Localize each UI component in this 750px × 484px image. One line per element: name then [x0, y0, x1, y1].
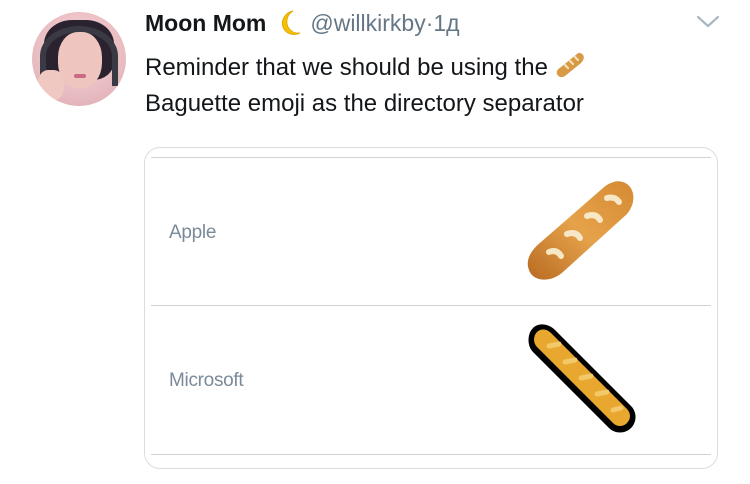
tweet-text: Reminder that we should be using the Bag… [145, 50, 725, 122]
avatar-face [58, 32, 102, 88]
timestamp[interactable]: 1д [433, 10, 459, 37]
card-divider-middle [151, 305, 711, 306]
tweet-header: Moon Mom @willkirkby · 1д [145, 8, 460, 38]
tweet-text-part2: Baguette emoji as the directory separato… [145, 90, 584, 117]
author-handle[interactable]: @willkirkby [310, 10, 425, 37]
baguette-icon [556, 52, 584, 78]
avatar-mouth [74, 74, 86, 78]
tweet-text-part1: Reminder that we should be using the [145, 54, 555, 81]
row-label-microsoft: Microsoft [169, 370, 244, 391]
chevron-down-icon[interactable] [696, 14, 720, 30]
header-separator: · [425, 9, 434, 36]
avatar[interactable] [32, 12, 126, 106]
crescent-moon-icon [282, 10, 301, 35]
avatar-hand [38, 70, 64, 100]
row-label-apple: Apple [169, 222, 217, 243]
baguette-microsoft-icon [528, 324, 636, 433]
media-card[interactable]: Apple Microsoft [144, 147, 718, 469]
author-name[interactable]: Moon Mom [145, 10, 266, 37]
baguette-apple-icon [527, 181, 634, 280]
card-divider-top [151, 157, 711, 158]
card-divider-bottom [151, 454, 711, 455]
